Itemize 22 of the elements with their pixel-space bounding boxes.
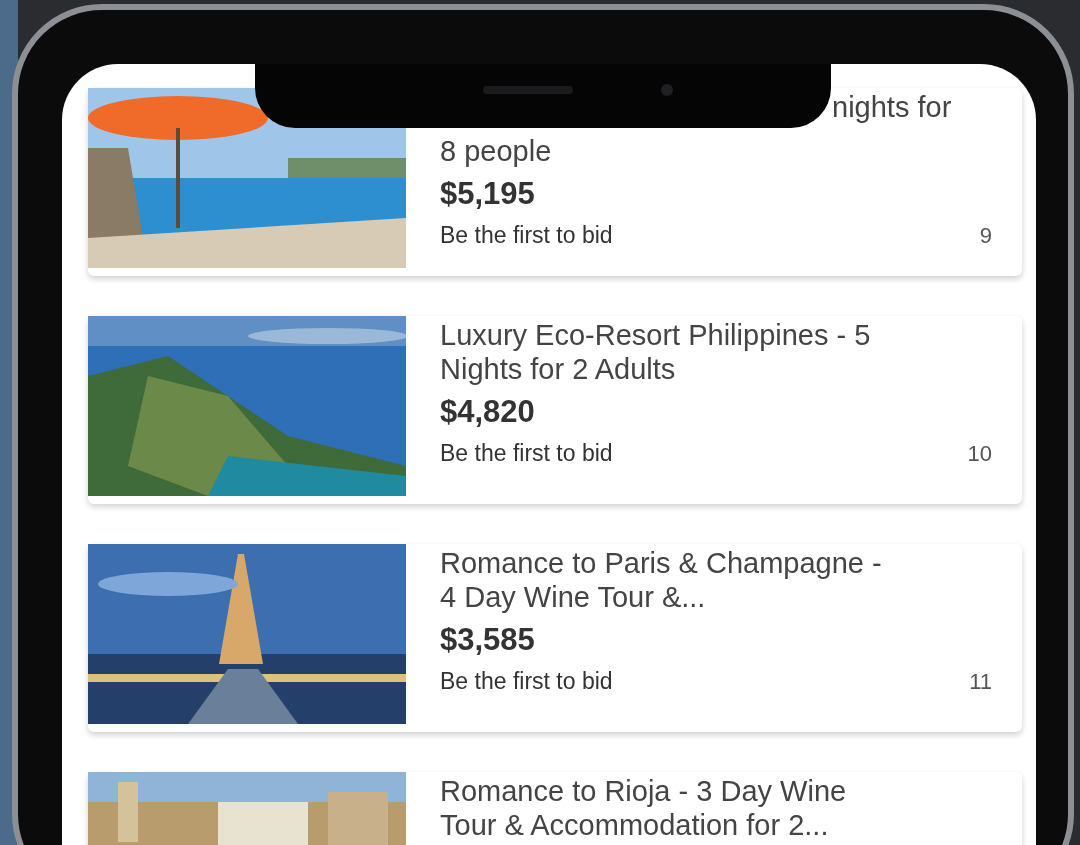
listing-title: nights for bbox=[831, 90, 953, 124]
listing-title: Luxury Eco-Resort Philippines - 5 bbox=[440, 318, 872, 352]
listing-number: 9 bbox=[979, 222, 992, 249]
listing-title: Nights for 2 Adults bbox=[440, 352, 677, 386]
listing-number: 10 bbox=[967, 440, 992, 467]
listing-number: 11 bbox=[969, 668, 992, 695]
bid-status: Be the first to bid bbox=[440, 440, 613, 467]
listing-price: $3,585 bbox=[440, 622, 536, 658]
listing-card[interactable]: Luxury Eco-Resort Philippines - 5 Nights for 2 Adults $4,820 Be the first to bid 10 bbox=[88, 316, 1022, 504]
listing-title: Romance to Paris & Champagne - bbox=[440, 546, 883, 580]
camera-icon bbox=[661, 84, 673, 96]
listing-price: $4,820 bbox=[440, 394, 536, 430]
bid-status: Be the first to bid bbox=[440, 668, 613, 695]
speaker-icon bbox=[483, 86, 573, 94]
listing-title: Romance to Rioja - 3 Day Wine bbox=[440, 774, 848, 808]
bid-status: Be the first to bid bbox=[440, 222, 613, 249]
listing-card[interactable]: Romance to Paris & Champagne - 4 Day Wine Tour &... $3,585 Be the first to bid 11 bbox=[88, 544, 1022, 732]
listing-card[interactable]: Romance to Rioja - 3 Day Wine Tour & Accommodation for 2... bbox=[88, 772, 1022, 845]
listing-price: $5,195 bbox=[440, 176, 536, 212]
listing-title: Tour & Accommodation for 2... bbox=[440, 808, 830, 842]
listing-title: 8 people bbox=[440, 134, 553, 168]
listing-title: 4 Day Wine Tour &... bbox=[440, 580, 707, 614]
